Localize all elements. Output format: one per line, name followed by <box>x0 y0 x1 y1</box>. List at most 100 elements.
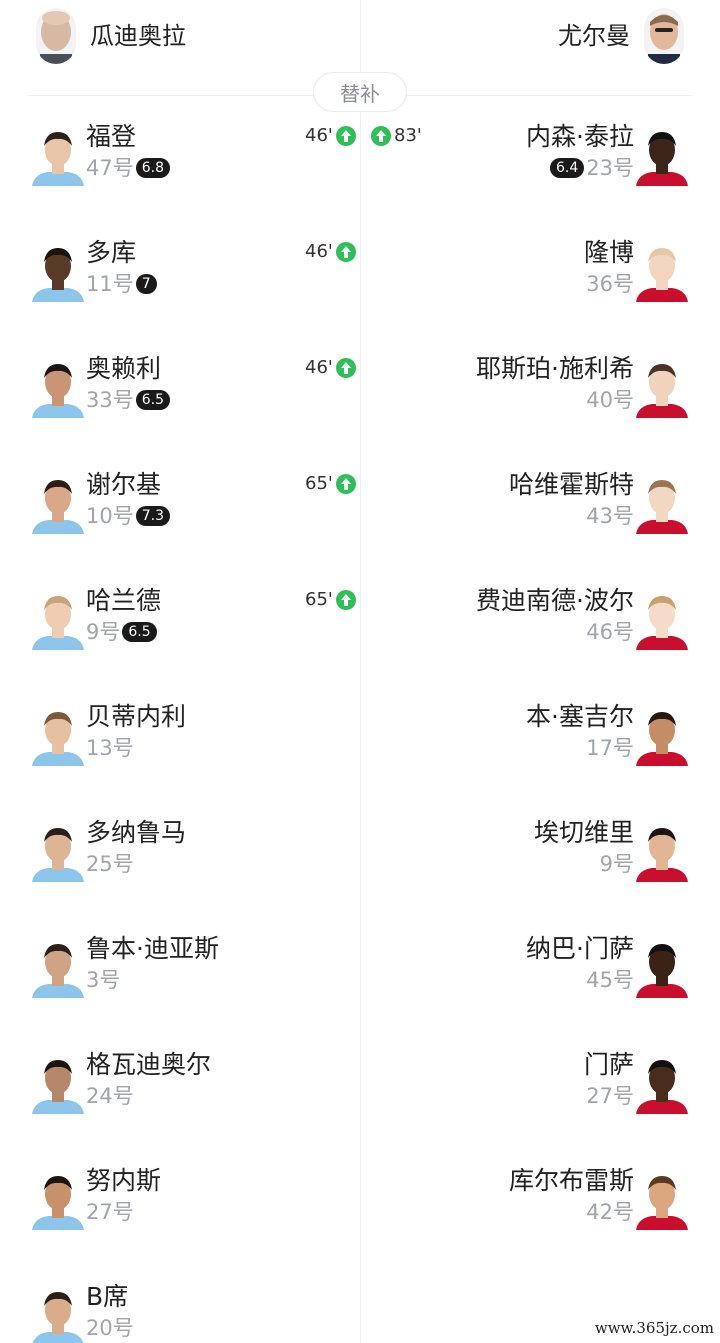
shirt-number: 43号 <box>586 504 634 528</box>
sub-minute: 83' <box>394 125 422 146</box>
away-coach-avatar <box>644 8 684 64</box>
player-name: 内森·泰拉 <box>526 122 634 151</box>
away-coach-name: 尤尔曼 <box>558 22 630 50</box>
away-player[interactable]: 本·塞吉尔 17号 <box>362 700 692 770</box>
away-player[interactable]: 埃切维里 9号 <box>362 816 692 886</box>
player-photo <box>632 472 692 534</box>
arrow-up-icon <box>335 126 356 146</box>
player-photo <box>632 240 692 302</box>
away-player[interactable]: 门萨 27号 <box>362 1048 692 1118</box>
shirt-number: 23号 <box>586 156 634 180</box>
arrow-up-icon <box>335 242 356 262</box>
away-player[interactable]: 哈维霍斯特 43号 <box>362 468 692 538</box>
shirt-number: 40号 <box>586 388 634 412</box>
player-photo <box>28 472 88 534</box>
sub-row: 多库 11号 7 46' 隆博 36号 <box>0 236 720 352</box>
shirt-number: 10号 <box>86 504 134 528</box>
home-sub-in: 65' <box>305 472 356 496</box>
arrow-up-icon <box>335 474 356 494</box>
player-name: 格瓦迪奥尔 <box>86 1050 212 1079</box>
player-name: 哈兰德 <box>86 586 162 615</box>
arrow-up-icon <box>335 358 356 378</box>
away-player[interactable]: 纳巴·门萨 45号 <box>362 932 692 1002</box>
player-name: 努内斯 <box>86 1166 162 1195</box>
player-name: 埃切维里 <box>533 818 634 847</box>
shirt-number: 45号 <box>586 968 634 992</box>
shirt-number: 17号 <box>586 736 634 760</box>
rating-badge: 6.5 <box>122 622 157 642</box>
home-player[interactable]: 多纳鲁马 25号 <box>28 816 358 886</box>
sub-minute: 46' <box>305 357 333 378</box>
away-player[interactable]: 库尔布雷斯 42号 <box>362 1164 692 1234</box>
player-photo <box>28 1284 88 1343</box>
away-player[interactable]: 费迪南德·波尔 46号 <box>362 584 692 654</box>
player-photo <box>28 124 88 186</box>
away-player[interactable]: 耶斯珀·施利希 40号 <box>362 352 692 422</box>
away-player[interactable]: 隆博 36号 <box>362 236 692 306</box>
shirt-number: 11号 <box>86 272 134 296</box>
player-photo <box>632 820 692 882</box>
player-name: 鲁本·迪亚斯 <box>86 934 219 963</box>
home-player[interactable]: 鲁本·迪亚斯 3号 <box>28 932 358 1002</box>
player-photo <box>632 704 692 766</box>
player-photo <box>632 1052 692 1114</box>
player-name: B席 <box>86 1282 129 1311</box>
player-name: 费迪南德·波尔 <box>476 586 634 615</box>
player-name: 多纳鲁马 <box>86 818 187 847</box>
home-player[interactable]: 贝蒂内利 13号 <box>28 700 358 770</box>
watermark: www.365jz.com <box>594 1319 714 1337</box>
player-meta: 36号 <box>586 270 634 298</box>
shirt-number: 3号 <box>86 968 121 992</box>
shirt-number: 25号 <box>86 852 134 876</box>
home-sub-in: 46' <box>305 356 356 380</box>
shirt-number: 13号 <box>86 736 134 760</box>
sub-row: 贝蒂内利 13号 本·塞吉尔 17号 <box>0 700 720 816</box>
player-meta: 24号 <box>86 1082 134 1110</box>
home-coach[interactable]: 瓜迪奥拉 <box>36 8 200 64</box>
subs-section-label: 替补 <box>313 72 407 112</box>
player-meta: 13号 <box>86 734 134 762</box>
rating-badge: 7 <box>135 274 157 294</box>
home-coach-name: 瓜迪奥拉 <box>90 22 186 50</box>
home-player[interactable]: 努内斯 27号 <box>28 1164 358 1234</box>
player-meta: 46号 <box>586 618 634 646</box>
player-photo <box>28 240 88 302</box>
player-photo <box>28 704 88 766</box>
shirt-number: 42号 <box>586 1200 634 1224</box>
player-name: 奥赖利 <box>86 354 162 383</box>
sub-row: 努内斯 27号 库尔布雷斯 42号 <box>0 1164 720 1280</box>
shirt-number: 20号 <box>86 1316 134 1340</box>
home-player[interactable]: B席 20号 <box>28 1280 358 1343</box>
sub-row: 鲁本·迪亚斯 3号 纳巴·门萨 45号 <box>0 932 720 1048</box>
shirt-number: 46号 <box>586 620 634 644</box>
player-meta: 47号 6.8 <box>86 154 170 182</box>
shirt-number: 33号 <box>86 388 134 412</box>
player-photo <box>632 1168 692 1230</box>
player-photo <box>28 588 88 650</box>
home-sub-in: 65' <box>305 588 356 612</box>
sub-minute: 46' <box>305 241 333 262</box>
player-photo <box>632 356 692 418</box>
player-name: 库尔布雷斯 <box>508 1166 634 1195</box>
arrow-up-icon <box>335 590 356 610</box>
player-meta: 27号 <box>586 1082 634 1110</box>
rating-badge: 7.3 <box>135 506 170 526</box>
shirt-number: 27号 <box>586 1084 634 1108</box>
player-meta: 3号 <box>86 966 120 994</box>
rating-badge: 6.5 <box>135 390 170 410</box>
player-photo <box>632 936 692 998</box>
sub-row: 多纳鲁马 25号 埃切维里 9号 <box>0 816 720 932</box>
shirt-number: 27号 <box>86 1200 134 1224</box>
player-meta: 33号 6.5 <box>86 386 170 414</box>
sub-row: 格瓦迪奥尔 24号 门萨 27号 <box>0 1048 720 1164</box>
shirt-number: 47号 <box>86 156 134 180</box>
player-name: 贝蒂内利 <box>86 702 187 731</box>
player-meta: 45号 <box>586 966 634 994</box>
away-coach[interactable]: 尤尔曼 <box>544 8 684 64</box>
player-name: 谢尔基 <box>86 470 162 499</box>
home-player[interactable]: 格瓦迪奥尔 24号 <box>28 1048 358 1118</box>
player-meta: 11号 7 <box>86 270 157 298</box>
player-name: 耶斯珀·施利希 <box>476 354 634 383</box>
player-meta: 9号 <box>600 850 634 878</box>
player-photo <box>632 124 692 186</box>
